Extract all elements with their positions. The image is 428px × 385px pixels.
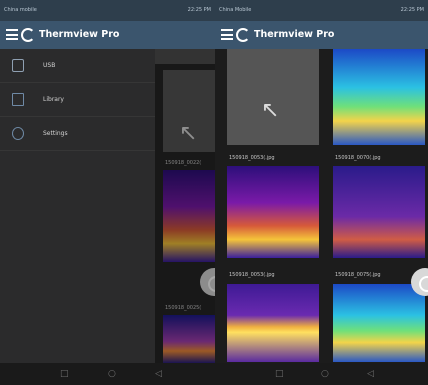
status-time: 22:25 PM — [187, 7, 211, 13]
thermal-thumbnail[interactable] — [333, 49, 425, 145]
menu-icon[interactable] — [221, 29, 233, 40]
status-bar: China Mobile 22:25 PM — [215, 0, 428, 21]
thumbnail-label: 150918_0053(.jpg — [229, 272, 275, 278]
system-navbar: □ ○ ◁ — [0, 363, 215, 385]
app-logo-icon — [21, 28, 35, 42]
usb-icon — [12, 59, 24, 72]
carrier-label: China mobile — [4, 7, 37, 13]
right-phone-screen: China Mobile 22:25 PM Thermview Pro ↖ 15… — [215, 0, 428, 385]
thermal-thumbnail[interactable] — [227, 284, 319, 362]
back-button[interactable]: ◁ — [367, 369, 374, 379]
folder-tile[interactable]: ↖ — [227, 49, 319, 145]
app-title: Thermview Pro — [39, 29, 120, 40]
navigation-drawer: USB Library Settings — [0, 49, 155, 363]
app-bar: Thermview Pro — [215, 21, 428, 49]
library-icon — [12, 93, 24, 106]
carrier-label: China Mobile — [219, 7, 252, 13]
drawer-item-settings[interactable]: Settings — [0, 117, 155, 151]
status-time: 22:25 PM — [400, 7, 424, 13]
app-title: Thermview Pro — [254, 29, 335, 40]
thumbnail-label: 150918_0070(.jpg — [335, 155, 381, 161]
app-logo-icon — [236, 28, 250, 42]
drawer-item-label: USB — [43, 62, 56, 69]
home-button[interactable]: ○ — [321, 369, 329, 379]
settings-icon — [12, 127, 24, 140]
menu-icon[interactable] — [6, 29, 18, 40]
status-bar: China mobile 22:25 PM — [0, 0, 215, 21]
app-bar: Thermview Pro — [0, 21, 215, 49]
system-navbar: □ ○ ◁ — [215, 363, 428, 385]
thermal-thumbnail[interactable] — [333, 166, 425, 258]
drawer-item-label: Library — [43, 96, 64, 103]
drawer-item-label: Settings — [43, 130, 68, 137]
thumbnail-label: 150918_0053(.jpg — [229, 155, 275, 161]
drawer-item-library[interactable]: Library — [0, 83, 155, 117]
folder-back-icon: ↖ — [261, 98, 280, 123]
home-button[interactable]: ○ — [108, 369, 116, 379]
recents-button[interactable]: □ — [60, 369, 69, 379]
left-phone-screen: China mobile 22:25 PM Thermview Pro /sto… — [0, 0, 215, 385]
thermal-thumbnail[interactable] — [227, 166, 319, 258]
drawer-item-usb[interactable]: USB — [0, 49, 155, 83]
drawer-scrim[interactable] — [155, 64, 215, 363]
back-button[interactable]: ◁ — [155, 369, 162, 379]
recents-button[interactable]: □ — [275, 369, 284, 379]
thermal-thumbnail[interactable] — [333, 284, 425, 362]
